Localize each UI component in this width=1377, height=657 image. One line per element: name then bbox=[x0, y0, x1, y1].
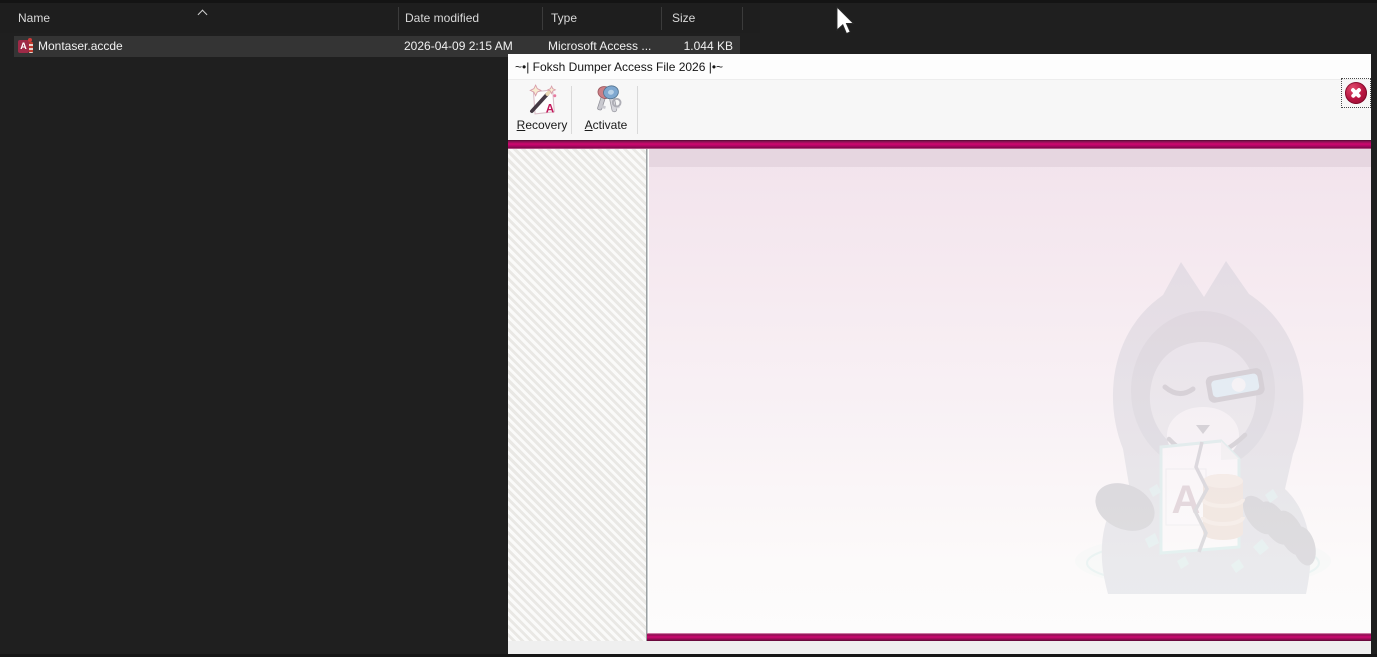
column-divider[interactable] bbox=[398, 7, 399, 30]
magic-wand-icon: A bbox=[529, 84, 557, 115]
dialog-titlebar[interactable]: ~•| Foksh Dumper Access File 2026 |•~ bbox=[508, 54, 1371, 80]
content-top-band bbox=[649, 149, 1371, 167]
toolbar-divider bbox=[571, 86, 572, 134]
accent-bar-bottom bbox=[647, 633, 1371, 641]
desktop-screen: Name Date modified Type Size A Montaser.… bbox=[0, 0, 1377, 657]
column-header-name[interactable]: Name bbox=[18, 3, 50, 33]
accent-bar-top bbox=[508, 140, 1371, 149]
keys-icon bbox=[597, 85, 622, 113]
close-icon bbox=[1345, 82, 1367, 104]
activate-button[interactable]: Activate bbox=[578, 84, 634, 137]
fox-mascot-watermark: A bbox=[1075, 261, 1331, 594]
dialog-statusbar bbox=[508, 641, 1371, 654]
access-file-icon: A bbox=[18, 38, 33, 54]
explorer-column-header: Name Date modified Type Size bbox=[0, 3, 760, 33]
sidebar-panel[interactable] bbox=[508, 149, 647, 641]
svg-text:A: A bbox=[546, 102, 555, 115]
recovery-button-label: Recovery bbox=[516, 118, 568, 132]
content-panel: A bbox=[649, 149, 1371, 641]
column-divider[interactable] bbox=[742, 7, 743, 30]
mouse-cursor bbox=[836, 6, 855, 35]
activate-button-label: Activate bbox=[584, 118, 628, 132]
column-header-date-modified[interactable]: Date modified bbox=[405, 3, 479, 33]
column-divider[interactable] bbox=[661, 7, 662, 30]
column-header-size[interactable]: Size bbox=[672, 3, 695, 33]
close-button[interactable] bbox=[1341, 78, 1371, 108]
file-name: Montaser.accde bbox=[38, 39, 123, 53]
dialog-toolbar: A Recovery Activate bbox=[508, 80, 1371, 140]
dialog-title: ~•| Foksh Dumper Access File 2026 |•~ bbox=[515, 60, 724, 74]
column-header-type[interactable]: Type bbox=[551, 3, 577, 33]
file-date-modified: 2026-04-09 2:15 AM bbox=[404, 39, 513, 53]
foksh-dumper-dialog: ~•| Foksh Dumper Access File 2026 |•~ A … bbox=[508, 54, 1371, 654]
dialog-body: A bbox=[508, 149, 1371, 641]
recovery-button[interactable]: A Recovery bbox=[515, 84, 569, 137]
column-divider[interactable] bbox=[542, 7, 543, 30]
toolbar-divider bbox=[637, 86, 638, 134]
chevron-up-icon[interactable] bbox=[199, 9, 207, 17]
